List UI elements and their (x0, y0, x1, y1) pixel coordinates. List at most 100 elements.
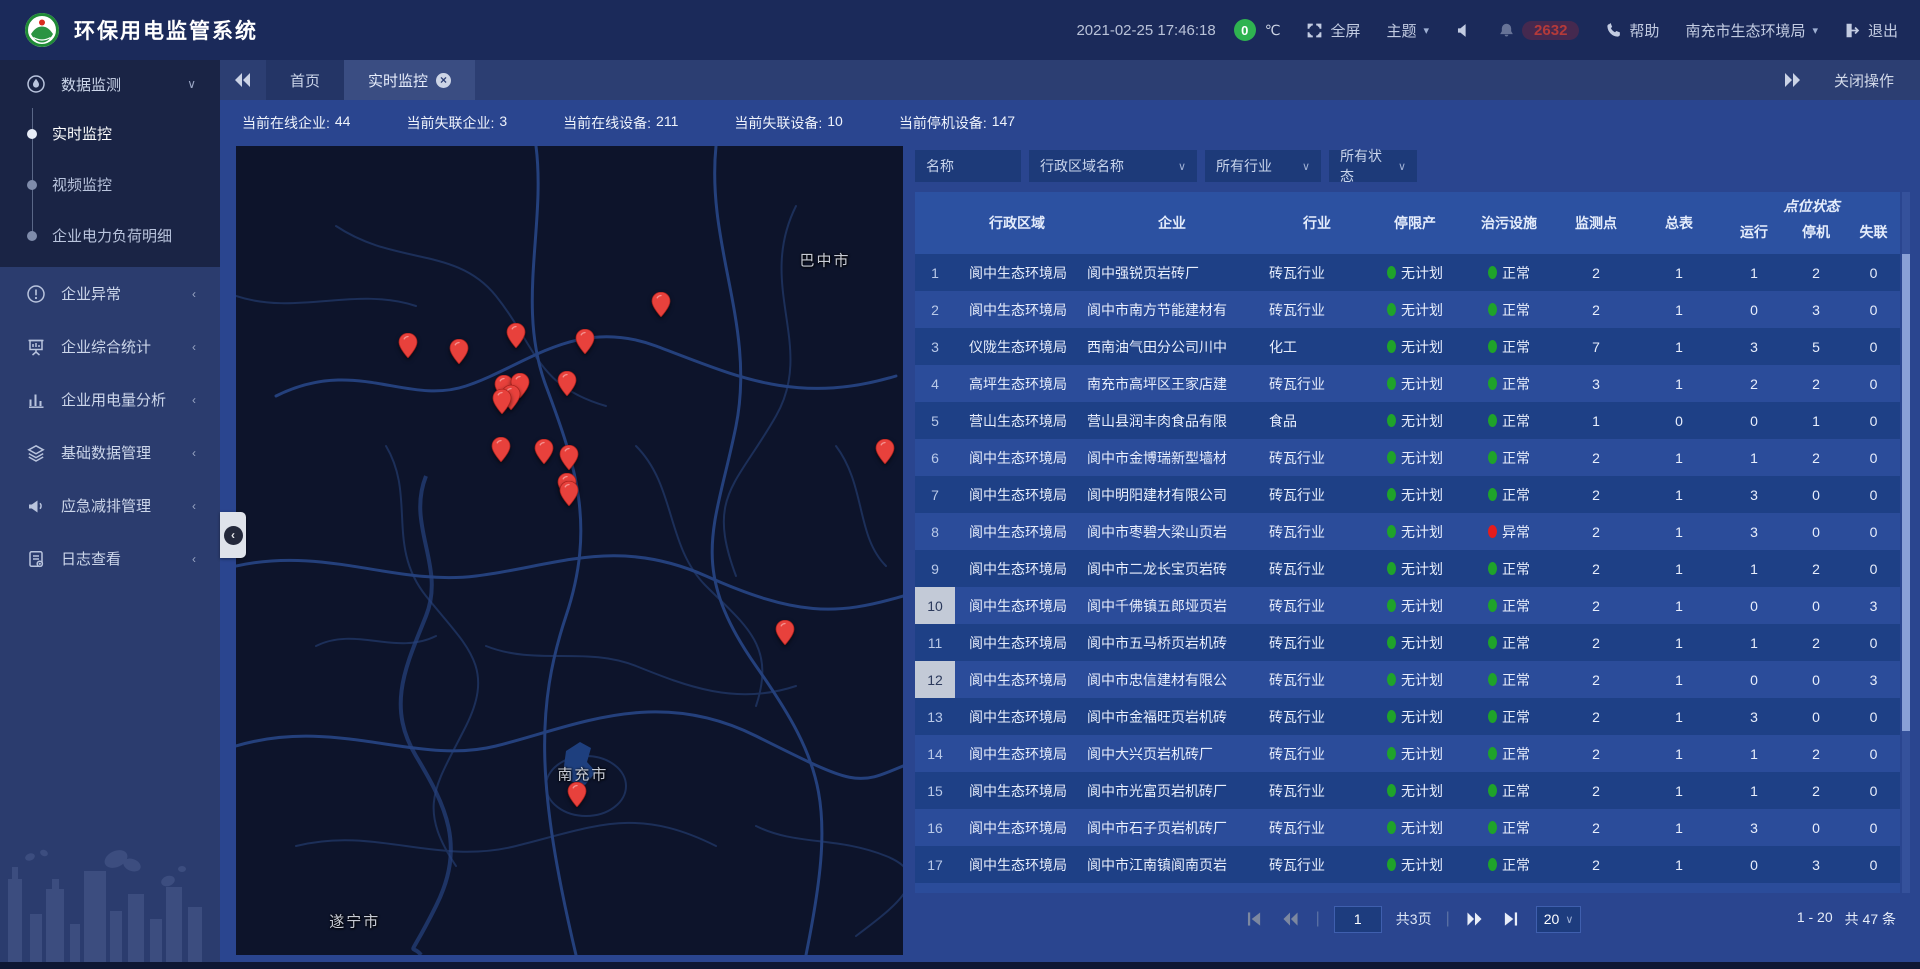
map-pin-icon[interactable] (651, 292, 670, 317)
table-row[interactable]: 12阆中生态环境局阆中市忠信建材有限公砖瓦行业无计划正常21003 (915, 661, 1900, 698)
cell-company: 阆中市光富页岩机砖厂 (1079, 772, 1265, 809)
sidebar-subitem-label: 视频监控 (52, 174, 112, 195)
sidebar-subitem[interactable]: 实时监控 (0, 108, 220, 159)
cell-total-meters: 1 (1635, 587, 1723, 624)
map-pin-icon[interactable] (559, 445, 578, 470)
next-page-button[interactable] (1464, 910, 1486, 928)
sidebar-collapse-handle[interactable]: ‹ (220, 512, 246, 558)
table-row[interactable]: 14阆中生态环境局阆中大兴页岩机砖厂砖瓦行业无计划正常21120 (915, 735, 1900, 772)
table-row[interactable]: 13阆中生态环境局阆中市金福旺页岩机砖砖瓦行业无计划正常21300 (915, 698, 1900, 735)
sidebar-item[interactable]: 基础数据管理‹ (0, 426, 220, 479)
status-dot-icon (1488, 451, 1497, 464)
close-operations-button[interactable]: 关闭操作 (1834, 70, 1894, 91)
cell-offline: 0 (1847, 439, 1900, 476)
map-city-label: 遂宁市 (329, 911, 380, 932)
logout-button[interactable]: 退出 (1844, 20, 1898, 41)
sidebar-subitem[interactable]: 视频监控 (0, 159, 220, 210)
table-row[interactable]: 9阆中生态环境局阆中市二龙长宝页岩砖砖瓦行业无计划正常21120 (915, 550, 1900, 587)
map-panel[interactable]: 巴中市南充市遂宁市 (236, 146, 903, 955)
first-page-button[interactable] (1244, 910, 1266, 928)
status-dot-icon (1387, 377, 1396, 390)
sidebar-item[interactable]: 企业用电量分析‹ (0, 373, 220, 426)
region-filter-select[interactable]: 行政区域名称 ∨ (1029, 150, 1197, 182)
cell-region: 阆中生态环境局 (955, 513, 1079, 550)
map-pin-icon[interactable] (775, 620, 794, 645)
page-size-select[interactable]: 20 ∨ (1536, 906, 1582, 933)
cell-total-meters: 1 (1635, 772, 1723, 809)
table-row[interactable]: 8阆中生态环境局阆中市枣碧大梁山页岩砖瓦行业无计划异常21300 (915, 513, 1900, 550)
map-pin-icon[interactable] (507, 323, 526, 348)
help-button[interactable]: 帮助 (1605, 20, 1659, 41)
table-row[interactable]: 3仪陇生态环境局西南油气田分公司川中化工无计划正常71350 (915, 328, 1900, 365)
sidebar-item[interactable]: 应急减排管理‹ (0, 479, 220, 532)
sidebar-item-label: 数据监测 (61, 74, 121, 95)
status-dot-icon (1387, 821, 1396, 834)
cell-total-meters: 1 (1635, 846, 1723, 883)
sidebar-item-data-monitoring[interactable]: 数据监测∨ (0, 60, 220, 108)
cell-company: 阆中明阳建材有限公司 (1079, 476, 1265, 513)
table-row[interactable]: 6阆中生态环境局阆中市金博瑞新型墙材砖瓦行业无计划正常21120 (915, 439, 1900, 476)
prev-page-button[interactable] (1280, 910, 1302, 928)
notifications-button[interactable]: 2632 (1498, 21, 1579, 40)
map-pin-icon[interactable] (491, 437, 510, 462)
cell-monitor-points: 2 (1557, 772, 1635, 809)
table-scrollbar[interactable] (1902, 192, 1910, 893)
fullscreen-button[interactable]: 全屏 (1306, 20, 1360, 41)
chevron-down-icon: ∨ (1398, 160, 1406, 173)
industry-filter-select[interactable]: 所有行业 ∨ (1205, 150, 1321, 182)
map-pin-icon[interactable] (449, 339, 468, 364)
stat-value: 10 (827, 113, 843, 133)
region-filter-value: 行政区域名称 (1040, 156, 1170, 176)
map-pin-icon[interactable] (535, 439, 554, 464)
sidebar-item[interactable]: 企业综合统计‹ (0, 320, 220, 373)
table-row[interactable]: 10阆中生态环境局阆中千佛镇五郎垭页岩砖瓦行业无计划正常21003 (915, 587, 1900, 624)
stat-label: 当前在线企业: (242, 113, 330, 133)
table-row[interactable]: 1阆中生态环境局阆中强锐页岩砖厂砖瓦行业无计划正常21120 (915, 254, 1900, 291)
table-row[interactable]: 17阆中生态环境局阆中市江南镇阆南页岩砖瓦行业无计划正常21030 (915, 846, 1900, 883)
column-header: 监测点 (1557, 192, 1635, 254)
tab-home[interactable]: 首页 (266, 60, 344, 100)
table-row[interactable]: 4高坪生态环境局南充市高坪区王家店建砖瓦行业无计划正常31220 (915, 365, 1900, 402)
table-row[interactable]: 5营山生态环境局营山县润丰肉食品有限食品无计划正常10010 (915, 402, 1900, 439)
map-pin-icon[interactable] (493, 389, 512, 414)
chevron-left-icon: ‹ (192, 552, 196, 566)
map-pin-icon[interactable] (557, 371, 576, 396)
sidebar-item[interactable]: 企业异常‹ (0, 267, 220, 320)
sound-toggle-button[interactable] (1455, 22, 1472, 39)
sidebar-item[interactable]: 日志查看‹ (0, 532, 220, 585)
name-filter-input[interactable] (915, 150, 1021, 182)
table-row[interactable]: 15阆中生态环境局阆中市光富页岩机砖厂砖瓦行业无计划正常21120 (915, 772, 1900, 809)
table-row[interactable]: 16阆中生态环境局阆中市石子页岩机砖厂砖瓦行业无计划正常21300 (915, 809, 1900, 846)
cell-offline: 0 (1847, 291, 1900, 328)
scrollbar-thumb[interactable] (1902, 254, 1910, 731)
status-dot-icon (1488, 303, 1497, 316)
theme-dropdown[interactable]: 主题 ▾ (1387, 20, 1430, 41)
map-pin-icon[interactable] (875, 439, 894, 464)
cell-company: 西南油气田分公司川中 (1079, 328, 1265, 365)
status-filter-select[interactable]: 所有状态 ∨ (1329, 150, 1417, 182)
last-page-button[interactable] (1500, 910, 1522, 928)
tab-realtime-monitor[interactable]: 实时监控 × (344, 60, 475, 100)
cell-index: 11 (915, 624, 955, 661)
cell-industry: 建材加工 (1265, 883, 1369, 893)
cell-industry: 砖瓦行业 (1265, 254, 1369, 291)
map-pin-icon[interactable] (575, 329, 594, 354)
table-row[interactable]: 7阆中生态环境局阆中明阳建材有限公司砖瓦行业无计划正常21300 (915, 476, 1900, 513)
tabs-scroll-left-button[interactable] (220, 60, 266, 100)
table-row[interactable]: 18南部生态环境局南部县砌华土陶有限公建材加工无计划正常50050 (915, 883, 1900, 893)
tab-close-icon[interactable]: × (436, 73, 451, 88)
map-pin-icon[interactable] (559, 481, 578, 506)
map-pin-icon[interactable] (567, 782, 586, 807)
sidebar-subitem[interactable]: 企业电力负荷明细 (0, 210, 220, 261)
stat-value: 211 (656, 113, 678, 133)
stop-status-text: 无计划 (1401, 892, 1443, 894)
stop-status-text: 无计划 (1401, 522, 1443, 542)
status-dot-icon (1488, 673, 1497, 686)
table-row[interactable]: 2阆中生态环境局阆中市南方节能建材有砖瓦行业无计划正常21030 (915, 291, 1900, 328)
table-row[interactable]: 11阆中生态环境局阆中市五马桥页岩机砖砖瓦行业无计划正常21120 (915, 624, 1900, 661)
map-pin-icon[interactable] (399, 333, 418, 358)
org-dropdown[interactable]: 南充市生态环境局 ▾ (1685, 20, 1818, 41)
stop-status-text: 无计划 (1401, 596, 1443, 616)
page-number-input[interactable] (1334, 906, 1382, 933)
tabs-scroll-right-button[interactable] (1784, 73, 1800, 87)
